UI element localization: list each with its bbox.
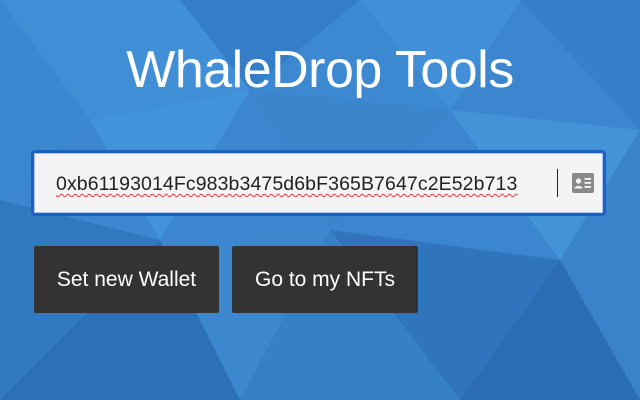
set-new-wallet-button[interactable]: Set new Wallet: [34, 246, 219, 313]
page-title: WhaleDrop Tools: [126, 41, 514, 99]
text-caret: [557, 169, 558, 197]
wallet-address-input[interactable]: 0xb61193014Fc983b3475d6bF365B7647c2E52b7…: [31, 150, 606, 216]
contact-card-icon[interactable]: [572, 173, 594, 193]
wallet-address-value[interactable]: 0xb61193014Fc983b3475d6bF365B7647c2E52b7…: [56, 173, 517, 196]
go-to-nfts-button[interactable]: Go to my NFTs: [232, 246, 418, 313]
